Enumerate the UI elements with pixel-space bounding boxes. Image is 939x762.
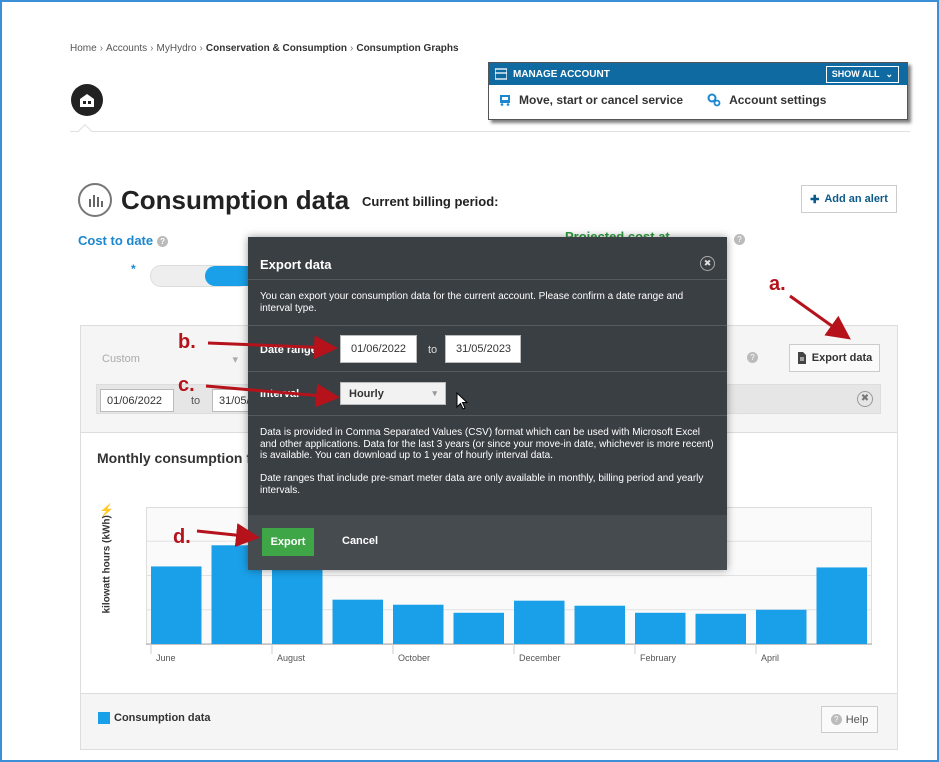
breadcrumb-separator: › <box>199 43 203 54</box>
modal-divider <box>248 279 727 280</box>
x-tick-label: December <box>519 653 561 663</box>
x-tick-label: August <box>277 653 306 663</box>
close-icon[interactable]: ✖ <box>857 391 873 407</box>
bar-october[interactable] <box>393 604 444 644</box>
help-label: Help <box>845 713 869 726</box>
annotation-d: d. <box>173 526 191 548</box>
period-select-value: Custom <box>102 353 140 365</box>
period-select[interactable]: Custom ▾ <box>96 347 246 371</box>
gear-icon <box>707 93 721 107</box>
annotation-a: a. <box>769 273 786 295</box>
breadcrumb-myhydro[interactable]: MyHydro <box>157 43 197 54</box>
billing-period-label: Current billing period: <box>362 194 499 209</box>
help-circle-icon: ? <box>830 714 842 725</box>
bar-march[interactable] <box>695 613 747 644</box>
breadcrumb-current: Consumption Graphs <box>356 43 459 54</box>
account-grid-icon <box>495 68 507 80</box>
modal-start-date-input[interactable]: 01/06/2022 <box>340 335 417 363</box>
truck-icon <box>500 95 510 106</box>
interval-label: Interval <box>260 388 300 400</box>
help-circle-icon[interactable]: ? <box>747 352 758 363</box>
account-settings-label: Account settings <box>729 93 827 107</box>
modal-divider <box>248 415 727 416</box>
bar-may[interactable] <box>816 567 868 644</box>
modal-divider <box>248 325 727 326</box>
header-divider <box>70 131 910 132</box>
help-circle-icon[interactable]: ? <box>734 234 745 245</box>
bar-september[interactable] <box>332 599 384 644</box>
add-alert-label: Add an alert <box>824 193 888 205</box>
move-service-link[interactable]: Move, start or cancel service <box>499 93 683 107</box>
breadcrumb-separator: › <box>99 43 104 54</box>
bar-august[interactable] <box>272 558 323 644</box>
page-title: Consumption data <box>121 185 350 215</box>
plus-icon: ✚ <box>810 193 820 206</box>
legend-label: Consumption data <box>114 712 211 724</box>
modal-export-button[interactable]: Export <box>262 528 314 556</box>
modal-cancel-button[interactable]: Cancel <box>342 535 378 547</box>
breadcrumb-accounts[interactable]: Accounts <box>106 43 147 54</box>
modal-footer <box>248 515 727 570</box>
export-data-label: Export data <box>811 352 873 364</box>
breadcrumb-home[interactable]: Home <box>70 43 97 54</box>
annotation-c: c. <box>178 374 195 396</box>
interval-select[interactable]: Hourly ▾ <box>340 382 446 405</box>
legend-swatch <box>98 712 110 724</box>
interval-select-value: Hourly <box>349 387 384 400</box>
show-all-label: SHOW ALL <box>831 69 880 79</box>
chart-title: Monthly consumption f <box>97 450 251 466</box>
manage-account-header[interactable]: MANAGE ACCOUNT SHOW ALL ⌄ <box>489 63 907 85</box>
asterisk-marker: * <box>131 262 136 276</box>
modal-info-text-2: Date ranges that include pre-smart meter… <box>260 473 704 496</box>
add-alert-button[interactable]: ✚ Add an alert <box>801 185 897 213</box>
help-circle-icon[interactable]: ? <box>157 236 169 247</box>
modal-to-label: to <box>428 344 438 356</box>
cost-to-date-text: Cost to date <box>78 233 154 248</box>
house-icon[interactable] <box>71 84 103 116</box>
annotation-b: b. <box>178 331 196 353</box>
date-range-label: Date range <box>260 344 317 356</box>
consumption-chart-icon <box>78 183 112 217</box>
caret-down-icon: ▾ <box>432 388 437 398</box>
manage-account-links: Move, start or cancel service Account se… <box>489 85 907 115</box>
close-icon[interactable]: ✖ <box>700 256 715 271</box>
end-date-field[interactable]: 31/05/ <box>212 389 252 412</box>
modal-end-date-input[interactable]: 31/05/2023 <box>445 335 521 363</box>
bar-december[interactable] <box>514 600 565 644</box>
x-tick-label: February <box>640 653 677 663</box>
modal-divider <box>248 371 727 372</box>
breadcrumb: Home › Accounts › MyHydro › Conservation & Con… <box>70 43 459 54</box>
chart-legend: Consumption data <box>98 712 211 724</box>
export-data-button[interactable]: Export data <box>789 344 880 372</box>
cost-progress-fill <box>205 266 250 286</box>
document-icon <box>797 352 806 364</box>
x-tick-label: June <box>156 653 176 663</box>
bar-april[interactable] <box>756 609 807 644</box>
move-service-label: Move, start or cancel service <box>519 93 684 107</box>
breadcrumb-separator: › <box>150 43 154 54</box>
show-all-button[interactable]: SHOW ALL ⌄ <box>825 65 899 83</box>
account-settings-link[interactable]: Account settings <box>707 93 826 107</box>
bar-january[interactable] <box>574 605 626 644</box>
x-tick-label: April <box>761 653 779 663</box>
cost-to-date-label: Cost to date? <box>78 233 169 248</box>
modal-intro-text: You can export your consumption data for… <box>260 291 684 314</box>
manage-account-panel: MANAGE ACCOUNT SHOW ALL ⌄ Move, start or … <box>488 62 908 120</box>
breadcrumb-separator: › <box>350 43 354 54</box>
modal-title: Export data <box>260 257 332 272</box>
start-date-field[interactable]: 01/06/2022 <box>100 389 174 412</box>
chevron-down-icon: ⌄ <box>885 68 893 79</box>
x-tick-label: October <box>398 653 430 663</box>
manage-account-title: MANAGE ACCOUNT <box>513 68 610 80</box>
bar-november[interactable] <box>453 612 505 644</box>
bar-february[interactable] <box>635 612 686 644</box>
y-axis-label: kilowatt hours (kWh) <box>101 515 113 614</box>
breadcrumb-conservation[interactable]: Conservation & Consumption <box>206 43 347 54</box>
mouse-cursor-icon <box>456 392 468 410</box>
modal-info-text: Data is provided in Comma Separated Valu… <box>260 427 714 461</box>
caret-down-icon: ▾ <box>232 353 238 366</box>
help-button[interactable]: ? Help <box>821 706 878 733</box>
export-data-modal: Export data ✖ You can export your consum… <box>248 237 727 570</box>
bar-june[interactable] <box>151 566 202 644</box>
